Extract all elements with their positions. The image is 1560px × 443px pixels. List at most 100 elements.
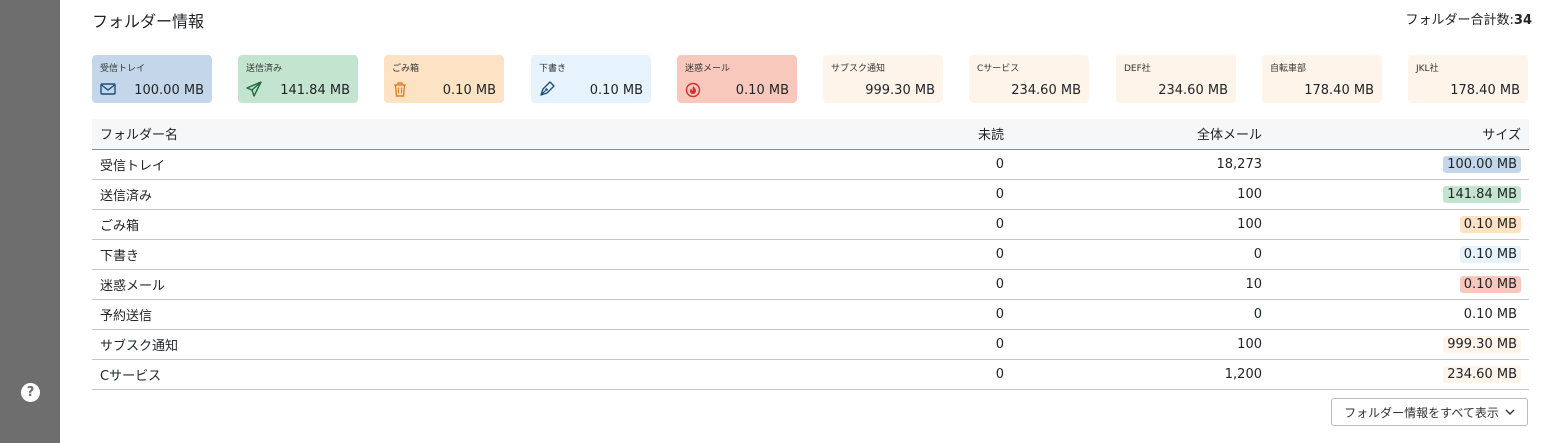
folder-name-cell: ごみ箱 <box>92 209 792 240</box>
total-mail-cell: 100 <box>1012 329 1270 360</box>
folder-card-label: サブスク通知 <box>831 64 886 74</box>
size-badge: 141.84 MB <box>1443 185 1521 203</box>
folder-card[interactable]: JKL社 178.40 MB <box>1408 55 1528 103</box>
folder-card-label: 受信トレイ <box>100 64 146 74</box>
table-row[interactable]: 受信トレイ 0 18,273 100.00 MB <box>92 149 1529 180</box>
folder-card-size: 999.30 MB <box>865 83 935 98</box>
chevron-down-icon <box>1505 409 1515 415</box>
table-row[interactable]: 予約送信 0 0 0.10 MB <box>92 299 1529 330</box>
table-row[interactable]: 迷惑メール 0 10 0.10 MB <box>92 269 1529 300</box>
unread-count-cell: 0 <box>792 269 1012 300</box>
column-header-size[interactable]: サイズ <box>1270 119 1529 150</box>
total-mail-cell: 100 <box>1012 179 1270 210</box>
table-row[interactable]: ごみ箱 0 100 0.10 MB <box>92 209 1529 240</box>
table-row[interactable]: 下書き 0 0 0.10 MB <box>92 239 1529 270</box>
folder-card-label: DEF社 <box>1124 64 1151 74</box>
folder-table: フォルダー名 未読 全体メール サイズ 受信トレイ 0 18,273 100.00 M… <box>92 119 1529 390</box>
total-mail-cell: 0 <box>1012 299 1270 330</box>
trash-icon <box>391 80 409 98</box>
size-badge: 0.10 MB <box>1459 245 1521 263</box>
folder-card[interactable]: 送信済み 141.84 MB <box>238 55 358 103</box>
folder-card-size: 178.40 MB <box>1450 83 1520 98</box>
table-header-row: フォルダー名 未読 全体メール サイズ <box>92 119 1529 150</box>
folder-card-size: 178.40 MB <box>1304 83 1374 98</box>
folder-card[interactable]: 自転車部 178.40 MB <box>1262 55 1382 103</box>
column-header-folder-name[interactable]: フォルダー名 <box>92 119 792 150</box>
folder-card-size: 0.10 MB <box>589 83 643 98</box>
unread-count-cell: 0 <box>792 209 1012 240</box>
send-icon <box>245 80 263 98</box>
folder-name-cell: 迷惑メール <box>92 269 792 300</box>
size-badge: 999.30 MB <box>1443 335 1521 353</box>
left-sidebar: ? <box>0 0 60 443</box>
folder-card[interactable]: 下書き 0.10 MB <box>531 55 651 103</box>
unread-count-cell: 0 <box>792 149 1012 180</box>
table-row[interactable]: 送信済み 0 100 141.84 MB <box>92 179 1529 210</box>
folder-card-size: 0.10 MB <box>442 83 496 98</box>
size-cell: 141.84 MB <box>1270 179 1529 210</box>
folder-name-cell: 予約送信 <box>92 299 792 330</box>
page-title: フォルダー情報 <box>92 12 205 31</box>
folder-card[interactable]: Cサービス 234.60 MB <box>969 55 1089 103</box>
fire-icon <box>684 80 702 98</box>
folder-card[interactable]: 迷惑メール 0.10 MB <box>677 55 797 103</box>
help-icon[interactable]: ? <box>21 383 40 402</box>
folder-summary-cards: 受信トレイ 100.00 MB 送信済み 141.84 MB ごみ箱 0.10 MB 下書き… <box>92 55 1529 103</box>
folder-card[interactable]: ごみ箱 0.10 MB <box>384 55 504 103</box>
size-cell: 0.10 MB <box>1270 239 1529 270</box>
size-cell: 0.10 MB <box>1270 209 1529 240</box>
size-badge: 0.10 MB <box>1463 306 1517 322</box>
unread-count-cell: 0 <box>792 239 1012 270</box>
total-mail-cell: 100 <box>1012 209 1270 240</box>
folder-total-count: フォルダー合計数:34 <box>1406 9 1532 28</box>
total-mail-cell: 10 <box>1012 269 1270 300</box>
size-badge: 234.60 MB <box>1443 365 1521 383</box>
folder-card-label: 送信済み <box>246 64 283 74</box>
folder-card-size: 234.60 MB <box>1158 83 1228 98</box>
size-badge: 0.10 MB <box>1459 215 1521 233</box>
folder-card-size: 141.84 MB <box>280 83 350 98</box>
folder-card-label: 迷惑メール <box>685 64 731 74</box>
unread-count-cell: 0 <box>792 359 1012 390</box>
size-cell: 0.10 MB <box>1270 269 1529 300</box>
size-cell: 234.60 MB <box>1270 359 1529 390</box>
folder-name-cell: 受信トレイ <box>92 149 792 180</box>
folder-total-value: 34 <box>1513 13 1532 28</box>
size-badge: 0.10 MB <box>1459 275 1521 293</box>
folder-info-panel: フォルダー情報 フォルダー合計数:34 受信トレイ 100.00 MB 送信済み 14… <box>60 0 1560 443</box>
folder-name-cell: Cサービス <box>92 359 792 390</box>
folder-card[interactable]: 受信トレイ 100.00 MB <box>92 55 212 103</box>
size-cell: 999.30 MB <box>1270 329 1529 360</box>
folder-name-cell: サブスク通知 <box>92 329 792 360</box>
total-mail-cell: 0 <box>1012 239 1270 270</box>
unread-count-cell: 0 <box>792 179 1012 210</box>
table-row[interactable]: サブスク通知 0 100 999.30 MB <box>92 329 1529 360</box>
folder-card-size: 0.10 MB <box>735 83 789 98</box>
folder-card[interactable]: サブスク通知 999.30 MB <box>823 55 943 103</box>
folder-name-cell: 送信済み <box>92 179 792 210</box>
unread-count-cell: 0 <box>792 329 1012 360</box>
folder-card-label: 下書き <box>539 64 567 74</box>
folder-name-cell: 下書き <box>92 239 792 270</box>
size-cell: 100.00 MB <box>1270 149 1529 180</box>
column-header-total-mail[interactable]: 全体メール <box>1012 119 1270 150</box>
pen-icon <box>538 80 556 98</box>
show-all-folders-button[interactable]: フォルダー情報をすべて表示 <box>1331 398 1528 426</box>
folder-card-size: 100.00 MB <box>134 83 204 98</box>
size-cell: 0.10 MB <box>1270 299 1529 330</box>
folder-card-label: JKL社 <box>1416 64 1439 74</box>
total-mail-cell: 1,200 <box>1012 359 1270 390</box>
column-header-unread[interactable]: 未読 <box>792 119 1012 150</box>
table-row[interactable]: Cサービス 0 1,200 234.60 MB <box>92 359 1529 390</box>
unread-count-cell: 0 <box>792 299 1012 330</box>
show-all-folders-label: フォルダー情報をすべて表示 <box>1344 405 1499 420</box>
inbox-icon <box>99 80 117 98</box>
folder-card-label: 自転車部 <box>1270 64 1307 74</box>
size-badge: 100.00 MB <box>1443 155 1521 173</box>
folder-card-label: Cサービス <box>977 64 1020 74</box>
folder-card[interactable]: DEF社 234.60 MB <box>1116 55 1236 103</box>
total-mail-cell: 18,273 <box>1012 149 1270 180</box>
folder-card-label: ごみ箱 <box>392 64 420 74</box>
folder-card-size: 234.60 MB <box>1011 83 1081 98</box>
folder-total-label: フォルダー合計数: <box>1405 13 1514 28</box>
